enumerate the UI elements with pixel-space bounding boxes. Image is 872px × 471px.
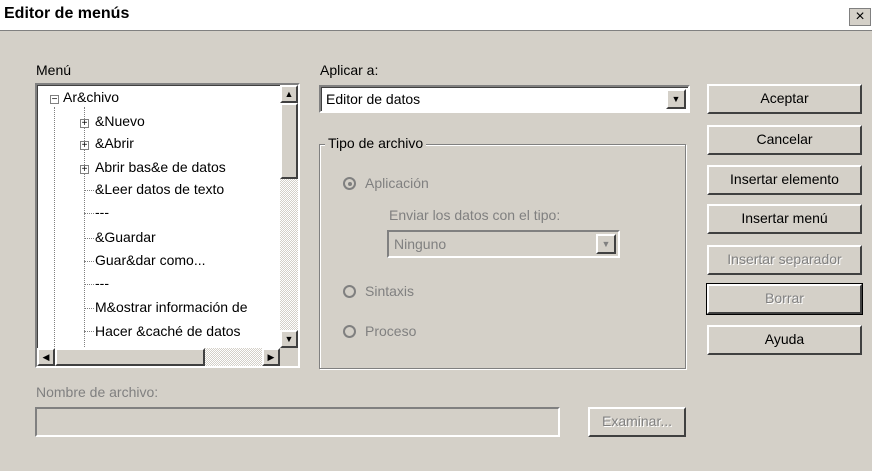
scroll-corner xyxy=(280,348,298,366)
apply-to-value: Editor de datos xyxy=(326,91,421,107)
insert-menu-button[interactable]: Insertar menú xyxy=(707,204,862,234)
radio-aplicacion[interactable] xyxy=(343,177,356,190)
radio-proceso[interactable] xyxy=(343,325,356,338)
tree-item-cache[interactable]: Hacer &caché de datos xyxy=(95,323,241,339)
send-type-value: Ninguno xyxy=(394,236,447,252)
chevron-down-icon[interactable]: ▼ xyxy=(666,89,686,109)
radio-sintaxis-label: Sintaxis xyxy=(365,283,415,299)
title-bar: Editor de menús × xyxy=(0,0,872,31)
insert-item-button[interactable]: Insertar elemento xyxy=(707,165,862,195)
delete-button[interactable]: Borrar xyxy=(706,283,863,315)
close-icon[interactable]: × xyxy=(849,8,871,26)
tree-connector xyxy=(54,107,55,347)
vertical-scrollbar[interactable]: ▲ ▼ xyxy=(280,85,298,348)
radio-selected-dot xyxy=(348,182,352,186)
expand-icon[interactable]: + xyxy=(80,141,89,151)
send-type-select[interactable]: Ninguno ▼ xyxy=(387,230,620,258)
scroll-thumb-horizontal[interactable] xyxy=(55,348,205,366)
apply-to-label: Aplicar a: xyxy=(320,62,379,78)
tree-item-leer-texto[interactable]: &Leer datos de texto xyxy=(95,181,224,197)
scroll-down-icon[interactable]: ▼ xyxy=(280,330,298,348)
scroll-thumb[interactable] xyxy=(280,103,298,179)
radio-aplicacion-label: Aplicación xyxy=(365,175,429,191)
apply-to-select[interactable]: Editor de datos ▼ xyxy=(319,85,690,113)
insert-separator-button[interactable]: Insertar separador xyxy=(707,245,862,275)
cancel-button[interactable]: Cancelar xyxy=(707,125,862,155)
scroll-right-icon[interactable]: ▶ xyxy=(262,348,280,366)
tree-item-archivo[interactable]: Ar&chivo xyxy=(63,89,119,105)
browse-button[interactable]: Examinar... xyxy=(588,407,686,437)
tree-item-guardar-como[interactable]: Guar&dar como... xyxy=(95,252,206,268)
scroll-left-icon[interactable]: ◀ xyxy=(37,348,55,366)
tree-connector xyxy=(84,284,94,285)
file-type-legend: Tipo de archivo xyxy=(325,135,427,151)
filename-label: Nombre de archivo: xyxy=(36,384,159,400)
scroll-up-icon[interactable]: ▲ xyxy=(280,85,298,103)
tree-connector xyxy=(84,190,94,191)
tree-connector xyxy=(84,213,94,214)
collapse-icon[interactable]: − xyxy=(50,95,59,105)
tree-connector xyxy=(84,308,94,309)
tree-item-separator[interactable]: --- xyxy=(95,204,109,220)
tree-connector xyxy=(84,331,94,332)
tree-item-abrir[interactable]: &Abrir xyxy=(95,135,134,151)
tree-item-abrir-base[interactable]: Abrir bas&e de datos xyxy=(95,159,226,175)
menu-tree[interactable]: − Ar&chivo + &Nuevo + &Abrir + Abrir bas… xyxy=(35,83,300,368)
send-type-label: Enviar los datos con el tipo: xyxy=(389,207,561,223)
menu-label: Menú xyxy=(36,62,72,78)
radio-proceso-label: Proceso xyxy=(365,323,417,339)
horizontal-scrollbar[interactable]: ◀ ▶ xyxy=(37,348,280,366)
tree-item-separator[interactable]: --- xyxy=(95,275,109,291)
help-button[interactable]: Ayuda xyxy=(707,325,862,355)
tree-item-nuevo[interactable]: &Nuevo xyxy=(95,113,145,129)
accept-button[interactable]: Aceptar xyxy=(707,84,862,114)
window-title: Editor de menús xyxy=(4,5,130,22)
radio-sintaxis[interactable] xyxy=(343,285,356,298)
chevron-down-icon[interactable]: ▼ xyxy=(596,234,616,254)
tree-connector xyxy=(84,238,94,239)
filename-input[interactable] xyxy=(35,407,560,437)
tree-connector xyxy=(84,261,94,262)
tree-item-guardar[interactable]: &Guardar xyxy=(95,229,156,245)
expand-icon[interactable]: + xyxy=(80,119,89,129)
tree-item-mostrar-info[interactable]: M&ostrar información de xyxy=(95,299,248,315)
expand-icon[interactable]: + xyxy=(80,165,89,175)
